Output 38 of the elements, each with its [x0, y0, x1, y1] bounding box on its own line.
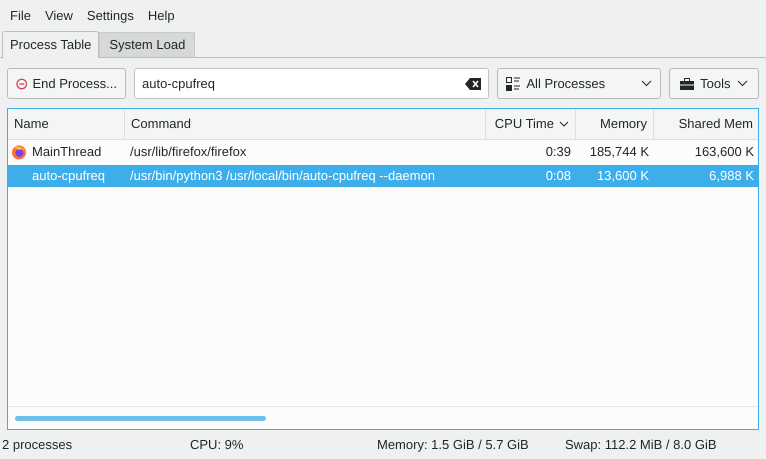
menu-item[interactable]: File — [3, 4, 38, 28]
table-cell-text: MainThread — [32, 143, 102, 162]
table-cell-text: 13,600 K — [596, 167, 649, 186]
tools-button[interactable]: Tools — [669, 68, 759, 99]
table-cell-text: 185,744 K — [590, 143, 649, 162]
menu-item[interactable]: Settings — [80, 4, 141, 28]
status-text: Swap: 112.2 MiB / 8.0 GiB — [565, 436, 716, 452]
table-cell-text: 0:39 — [546, 143, 571, 162]
horizontal-scrollbar[interactable] — [15, 416, 266, 420]
status-text: Memory: 1.5 GiB / 5.7 GiB — [377, 436, 529, 452]
chevron-down-icon — [737, 80, 748, 87]
table-cell-text: auto-cpufreq — [32, 167, 105, 186]
table-cell-text: 6,988 K — [709, 167, 754, 186]
column-header[interactable]: CPU Time — [486, 109, 576, 139]
table-cell-text: /usr/bin/python3 /usr/local/bin/auto-cpufreq --daemon — [130, 167, 435, 186]
clear-icon[interactable] — [465, 78, 482, 90]
status-text: CPU: 9% — [190, 436, 244, 452]
stop-icon — [16, 78, 28, 90]
list-icon — [506, 76, 520, 90]
column-header[interactable]: Shared Mem — [654, 109, 758, 139]
tab[interactable]: System Load — [99, 32, 196, 57]
menu-item[interactable]: View — [38, 4, 80, 28]
table-row[interactable]: MainThread /usr/lib/firefox/firefox 0:39 185,744 K 163,600 K — [8, 141, 758, 163]
table-cell-text: /usr/lib/firefox/firefox — [130, 143, 246, 162]
menu-item[interactable]: Help — [140, 4, 182, 28]
column-header[interactable]: Command — [125, 109, 486, 139]
search-value: auto-cpufreq — [142, 74, 216, 93]
toolbox-icon — [680, 78, 694, 90]
search-field[interactable]: auto-cpufreq — [134, 68, 490, 99]
column-header[interactable]: Name — [8, 109, 125, 139]
table-cell-text: 0:08 — [546, 167, 571, 186]
end-process-button[interactable]: End Process... — [7, 68, 126, 99]
status-text: 2 processes — [2, 436, 72, 452]
column-header[interactable]: Memory — [576, 109, 654, 139]
table-cell-text: 163,600 K — [694, 143, 754, 162]
tab[interactable]: Process Table — [2, 31, 100, 58]
chevron-down-icon — [641, 80, 652, 87]
process-filter-dropdown[interactable]: All Processes — [497, 68, 662, 99]
